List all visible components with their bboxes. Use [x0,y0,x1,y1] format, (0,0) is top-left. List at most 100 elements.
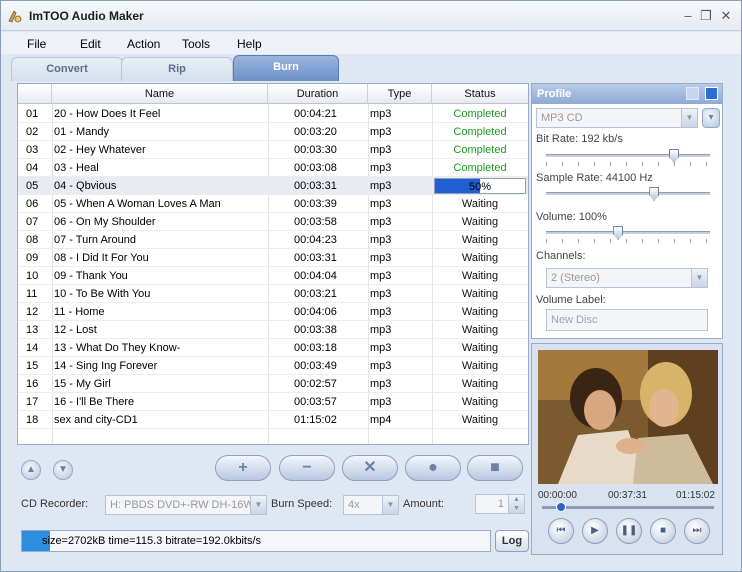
slider-ticks [546,162,710,166]
list-view-icon[interactable] [685,87,699,100]
row-name: 04 - Qbvious [54,180,117,192]
burn-button[interactable]: ● [405,455,461,481]
profile-menu-icon[interactable]: ▾ [702,108,720,128]
play-icon[interactable]: ▶ [582,518,608,544]
close-icon[interactable]: ✕ [719,9,733,23]
bitrate-slider[interactable] [546,149,710,163]
row-name: 15 - My Girl [54,378,111,390]
next-icon[interactable]: ⏭ [684,518,710,544]
row-status: Waiting [461,324,499,336]
panel-view-icon[interactable] [705,87,718,100]
table-row[interactable]: 16 15 - My Girl 00:02:57 mp3 Waiting [18,375,528,393]
add-button[interactable]: + [215,455,271,481]
row-status: Waiting [461,198,499,210]
maximize-icon[interactable]: ❐ [699,9,713,23]
row-type: mp3 [370,360,392,372]
table-row[interactable]: 07 06 - On My Shoulder 00:03:58 mp3 Waiting [18,213,528,231]
row-name: 14 - Sing Ing Forever [54,360,158,372]
seek-thumb[interactable] [555,502,566,512]
table-row[interactable]: 08 07 - Turn Around 00:04:23 mp3 Waiting [18,231,528,249]
row-number: 15 [26,360,39,372]
stop-button[interactable]: ■ [467,455,523,481]
volume-slider[interactable] [546,226,710,240]
menu-help[interactable]: Help [237,37,262,51]
volume-label-caption: Volume Label: [536,294,606,306]
status-text: size=2702kB time=115.3 bitrate=192.0kbit… [42,535,262,547]
row-name: 20 - How Does It Feel [54,108,161,120]
table-row[interactable]: 06 05 - When A Woman Loves A Man 00:03:39 m… [18,195,528,213]
col-type[interactable]: Type [368,84,432,104]
menu-action[interactable]: Action [127,37,160,51]
table-row[interactable]: 01 20 - How Does It Feel 00:04:21 mp3 Comple… [18,105,528,123]
table-row[interactable]: 11 10 - To Be With You 00:03:21 mp3 Waiting [18,285,528,303]
bitrate-slider-thumb[interactable] [668,149,679,163]
clear-button[interactable]: ✕ [342,455,398,481]
amount-stepper[interactable]: 1 ▲ ▼ [475,494,525,514]
minimize-icon[interactable]: – [681,9,695,23]
file-list[interactable]: Name Duration Type Status 01 20 - How Doe… [17,83,529,445]
tab-burn[interactable]: Burn [233,55,339,81]
table-row[interactable]: 02 01 - Mandy 00:03:20 mp3 Completed [18,123,528,141]
move-up-icon[interactable]: ▲ [21,460,41,480]
menu-edit[interactable]: Edit [80,37,101,51]
menu-file[interactable]: File [27,37,46,51]
row-progress-text: 50% [468,181,492,193]
previous-icon[interactable]: ⏮ [548,518,574,544]
samplerate-slider[interactable] [546,187,710,201]
col-duration[interactable]: Duration [268,84,368,104]
samplerate-slider-thumb[interactable] [649,187,660,201]
log-button[interactable]: Log [495,530,529,552]
row-duration: 00:03:18 [294,342,337,354]
table-row[interactable]: 05 04 - Qbvious 00:03:31 mp3 50% [18,177,528,195]
channels-select[interactable]: 2 (Stereo) ▼ [546,268,708,288]
chevron-down-icon[interactable]: ▼ [681,109,697,127]
volume-slider-thumb[interactable] [613,226,624,240]
table-row[interactable]: 18 sex and city-CD1 01:15:02 mp4 Waiting [18,411,528,429]
table-row[interactable]: 17 16 - I'll Be There 00:03:57 mp3 Waiting [18,393,528,411]
tab-convert[interactable]: Convert [11,57,123,81]
table-row[interactable]: 14 13 - What Do They Know- 00:03:18 mp3 Wait… [18,339,528,357]
row-progress-bar: 50% [434,178,526,194]
row-name: 05 - When A Woman Loves A Man [54,198,221,210]
row-number: 05 [26,180,39,192]
app-icon [8,10,22,23]
row-type: mp3 [370,288,392,300]
cd-recorder-select[interactable]: H: PBDS DVD+-RW DH-16W1 ▼ [105,495,267,515]
chevron-down-icon[interactable]: ▼ [250,496,266,514]
stop-icon[interactable]: ■ [650,518,676,544]
col-status[interactable]: Status [432,84,528,104]
menu-tools[interactable]: Tools [182,37,210,51]
volume-label-input[interactable]: New Disc [546,309,708,331]
table-row[interactable]: 04 03 - Heal 00:03:08 mp3 Completed [18,159,528,177]
tab-rip[interactable]: Rip [121,57,233,81]
pause-icon[interactable]: ❚❚ [616,518,642,544]
table-row[interactable]: 03 02 - Hey Whatever 00:03:30 mp3 Completed [18,141,528,159]
row-type: mp3 [370,378,392,390]
row-number: 10 [26,270,39,282]
status-bar: size=2702kB time=115.3 bitrate=192.0kbit… [21,530,491,552]
row-number: 18 [26,414,39,426]
profile-select[interactable]: MP3 CD ▼ [536,108,698,128]
amount-label: Amount: [403,498,444,510]
chevron-down-icon[interactable]: ▼ [691,269,707,287]
time-mid: 00:37:31 [608,490,647,501]
row-name: 12 - Lost [54,324,97,336]
table-row[interactable]: 13 12 - Lost 00:03:38 mp3 Waiting [18,321,528,339]
burn-speed-select[interactable]: 4x ▼ [343,495,399,515]
chevron-down-icon[interactable]: ▼ [382,496,398,514]
move-down-icon[interactable]: ▼ [53,460,73,480]
table-row[interactable]: 15 14 - Sing Ing Forever 00:03:49 mp3 Waitin… [18,357,528,375]
table-row[interactable]: 10 09 - Thank You 00:04:04 mp3 Waiting [18,267,528,285]
row-duration: 00:04:06 [294,306,337,318]
col-name[interactable]: Name [52,84,268,104]
table-row[interactable]: 09 08 - I Did It For You 00:03:31 mp3 Waitin… [18,249,528,267]
remove-button[interactable]: − [279,455,335,481]
row-type: mp3 [370,162,392,174]
spin-arrows-icon[interactable]: ▲ ▼ [508,495,524,513]
row-status: Waiting [461,306,499,318]
table-row[interactable]: 12 11 - Home 00:04:06 mp3 Waiting [18,303,528,321]
row-type: mp3 [370,306,392,318]
amount-value: 1 [497,498,504,510]
row-type: mp3 [370,252,392,264]
seek-bar[interactable] [542,502,714,512]
